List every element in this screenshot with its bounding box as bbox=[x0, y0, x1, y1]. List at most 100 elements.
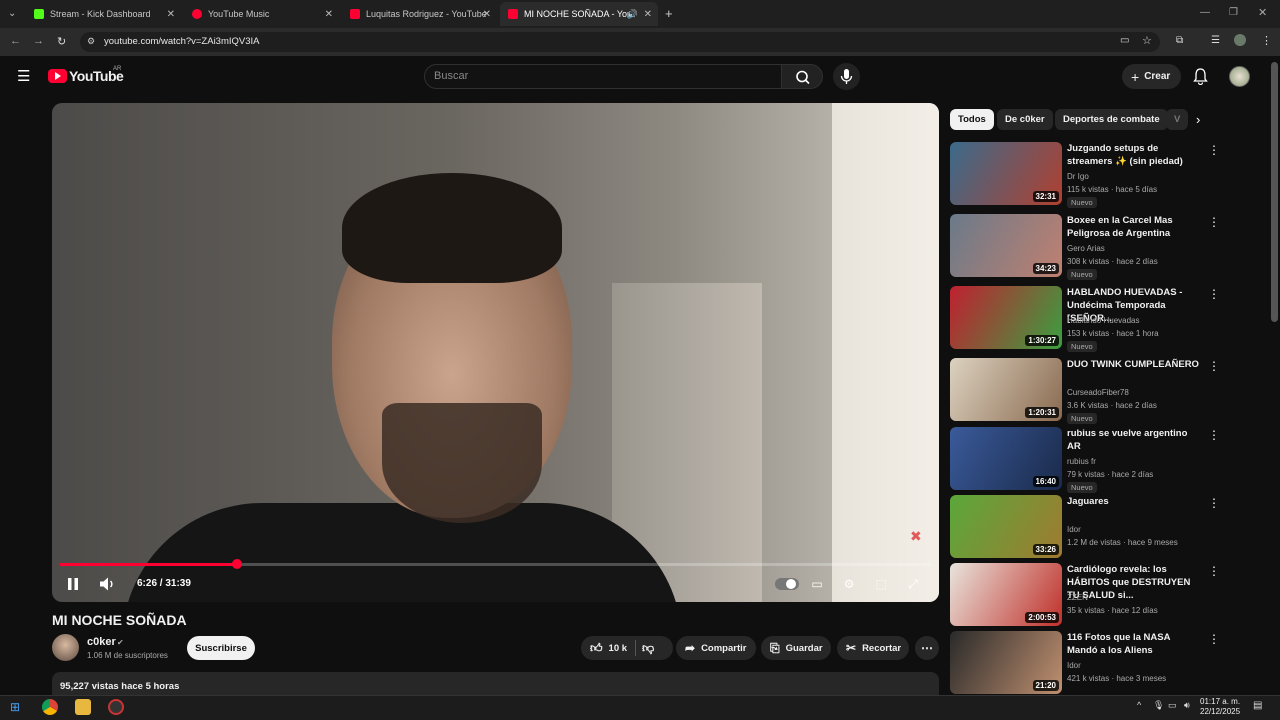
recommendation-title[interactable]: rubius se vuelve argentino AR bbox=[1067, 427, 1203, 453]
tab-mi-noche-sonada[interactable]: MI NOCHE SOÑADA - You 🔊 ✕ bbox=[500, 2, 658, 26]
fullscreen-icon[interactable]: ⤢ bbox=[903, 576, 923, 592]
reading-list-icon[interactable]: ☰ bbox=[1211, 35, 1220, 46]
account-avatar[interactable] bbox=[1229, 66, 1250, 87]
obs-taskbar-icon[interactable] bbox=[108, 699, 124, 715]
extensions-icon[interactable]: ⧉ bbox=[1176, 35, 1183, 46]
recommendation-channel[interactable]: Dr Igo bbox=[1067, 172, 1089, 181]
volume-icon[interactable] bbox=[98, 576, 116, 592]
video-thumbnail[interactable]: 1:30:27 bbox=[950, 286, 1062, 349]
save-button[interactable]: ⎘ Guardar bbox=[761, 636, 831, 660]
new-tab-icon[interactable]: + bbox=[665, 6, 673, 21]
more-actions-button[interactable]: ⋯ bbox=[915, 636, 939, 660]
chevron-right-icon[interactable]: › bbox=[1196, 112, 1200, 127]
restore-icon[interactable]: ❐ bbox=[1229, 7, 1238, 18]
recommendation-channel[interactable]: Idor bbox=[1067, 525, 1081, 534]
recommendation-item[interactable]: 33:26 Jaguares Idor 1.2 M de vistas · hace … bbox=[950, 495, 1270, 561]
video-thumbnail[interactable]: 2:00:53 bbox=[950, 563, 1062, 626]
recommendation-title[interactable]: Boxee en la Carcel Mas Peligrosa de Arge… bbox=[1067, 214, 1203, 240]
more-vertical-icon[interactable]: ⋮ bbox=[1208, 429, 1220, 441]
close-icon[interactable]: ✕ bbox=[483, 9, 491, 20]
close-window-icon[interactable]: ✕ bbox=[1258, 6, 1267, 19]
voice-search-button[interactable] bbox=[833, 63, 860, 90]
taskbar-clock[interactable]: 01:17 a. m. 22/12/2025 bbox=[1200, 697, 1240, 717]
progress-scrubber[interactable] bbox=[231, 559, 242, 569]
recommendation-channel[interactable]: CurseadoFiber78 bbox=[1067, 388, 1129, 397]
more-vertical-icon[interactable]: ⋮ bbox=[1208, 633, 1220, 645]
hamburger-menu-icon[interactable]: ☰ bbox=[17, 67, 30, 85]
speaker-icon[interactable]: 🔊︎ bbox=[1184, 700, 1190, 711]
channel-avatar[interactable] bbox=[52, 634, 79, 661]
video-player[interactable] bbox=[52, 103, 939, 602]
chrome-taskbar-icon[interactable] bbox=[42, 699, 58, 715]
recommendation-item[interactable]: 32:31 Juzgando setups de streamers ✨ (sin… bbox=[950, 142, 1270, 208]
share-button[interactable]: ➦ Compartir bbox=[676, 636, 756, 660]
mic-tray-icon[interactable]: 🎙︎ bbox=[1153, 700, 1164, 711]
close-icon[interactable]: ✕ bbox=[325, 9, 333, 20]
theater-mode-icon[interactable]: ⬚ bbox=[871, 576, 891, 592]
dislike-icon[interactable]: 👎︎ bbox=[642, 641, 654, 656]
more-vertical-icon[interactable]: ⋮ bbox=[1208, 497, 1220, 509]
video-thumbnail[interactable]: 21:20 bbox=[950, 631, 1062, 694]
more-vertical-icon[interactable]: ⋮ bbox=[1208, 144, 1220, 156]
browser-menu-icon[interactable]: ⋮ bbox=[1261, 34, 1272, 47]
subscribe-button[interactable]: Suscribirse bbox=[187, 636, 255, 660]
tab-list-icon[interactable]: ⌄ bbox=[8, 8, 16, 19]
network-icon[interactable]: ▭ bbox=[1168, 700, 1177, 711]
video-thumbnail[interactable]: 32:31 bbox=[950, 142, 1062, 205]
recommendation-channel[interactable]: Hablando Huevadas bbox=[1067, 316, 1140, 325]
like-count[interactable]: 10 k bbox=[609, 643, 628, 654]
recommendation-title[interactable]: DUO TWINK CUMPLEAÑERO bbox=[1067, 358, 1203, 371]
recommendation-item[interactable]: 1:30:27 HABLANDO HUEVADAS - Undécima Temp… bbox=[950, 286, 1270, 352]
notifications-center-icon[interactable]: ▤ bbox=[1253, 700, 1262, 711]
reload-icon[interactable]: ↻ bbox=[57, 35, 66, 48]
cast-icon[interactable]: ▭ bbox=[1120, 35, 1129, 46]
url-text[interactable]: youtube.com/watch?v=ZAi3mIQV3IA bbox=[104, 36, 260, 47]
close-icon[interactable]: ✕ bbox=[644, 9, 652, 20]
clip-button[interactable]: ✂ Recortar bbox=[837, 636, 909, 660]
recommendation-channel[interactable]: rubius fr bbox=[1067, 457, 1096, 466]
video-thumbnail[interactable]: 34:23 bbox=[950, 214, 1062, 277]
channel-name[interactable]: c0ker bbox=[87, 636, 116, 648]
more-vertical-icon[interactable]: ⋮ bbox=[1208, 565, 1220, 577]
site-info-icon[interactable]: ⚙ bbox=[87, 36, 95, 47]
more-vertical-icon[interactable]: ⋮ bbox=[1208, 216, 1220, 228]
forward-icon[interactable]: → bbox=[33, 35, 44, 47]
search-button[interactable] bbox=[781, 64, 823, 89]
video-thumbnail[interactable]: 16:40 bbox=[950, 427, 1062, 490]
minimize-icon[interactable]: — bbox=[1200, 7, 1210, 18]
tab-luquitas[interactable]: Luquitas Rodriguez - YouTube ✕ bbox=[342, 2, 497, 26]
audio-playing-icon[interactable]: 🔊 bbox=[627, 9, 638, 20]
search-input[interactable] bbox=[424, 64, 782, 89]
recommendation-title[interactable]: Juzgando setups de streamers ✨ (sin pied… bbox=[1067, 142, 1203, 168]
recommendation-item[interactable]: 1:20:31 DUO TWINK CUMPLEAÑERO CurseadoFibe… bbox=[950, 358, 1270, 424]
recommendation-item[interactable]: 21:20 116 Fotos que la NASA Mandó a los A… bbox=[950, 631, 1270, 697]
chip-partial[interactable]: V bbox=[1166, 109, 1188, 130]
pause-icon[interactable] bbox=[66, 577, 80, 591]
chip-todos[interactable]: Todos bbox=[950, 109, 994, 130]
video-thumbnail[interactable]: 33:26 bbox=[950, 495, 1062, 558]
settings-gear-icon[interactable]: ⚙ bbox=[839, 576, 859, 592]
tab-kick-dashboard[interactable]: Stream - Kick Dashboard ✕ bbox=[26, 2, 181, 26]
chip-deportes-de-combate[interactable]: Deportes de combate bbox=[1055, 109, 1168, 130]
more-vertical-icon[interactable]: ⋮ bbox=[1208, 288, 1220, 300]
more-vertical-icon[interactable]: ⋮ bbox=[1208, 360, 1220, 372]
file-explorer-icon[interactable] bbox=[75, 699, 91, 715]
create-button[interactable]: + Crear bbox=[1122, 64, 1181, 89]
notifications-bell-icon[interactable] bbox=[1192, 67, 1209, 85]
like-icon[interactable]: 👍︎ bbox=[590, 641, 603, 656]
recommendation-title[interactable]: 116 Fotos que la NASA Mandó a los Aliens bbox=[1067, 631, 1203, 657]
back-icon[interactable]: ← bbox=[10, 35, 21, 47]
recommendation-item[interactable]: 34:23 Boxee en la Carcel Mas Peligrosa de… bbox=[950, 214, 1270, 280]
recommendation-item[interactable]: 16:40 rubius se vuelve argentino AR rubius… bbox=[950, 427, 1270, 493]
subtitles-icon[interactable]: ▭ bbox=[807, 576, 827, 592]
recommendation-channel[interactable]: ZZEN bbox=[1067, 593, 1088, 602]
autoplay-toggle[interactable] bbox=[775, 578, 799, 590]
close-icon[interactable]: ✕ bbox=[167, 9, 175, 20]
youtube-logo-icon[interactable] bbox=[48, 69, 67, 83]
tab-youtube-music[interactable]: YouTube Music ✕ bbox=[184, 2, 339, 26]
bookmark-star-icon[interactable]: ☆ bbox=[1142, 34, 1152, 47]
recommendation-channel[interactable]: Idor bbox=[1067, 661, 1081, 670]
page-scrollbar[interactable] bbox=[1271, 62, 1278, 322]
recommendation-title[interactable]: Jaguares bbox=[1067, 495, 1203, 508]
recommendation-item[interactable]: 2:00:53 Cardiólogo revela: los HÁBITOS qu… bbox=[950, 563, 1270, 629]
